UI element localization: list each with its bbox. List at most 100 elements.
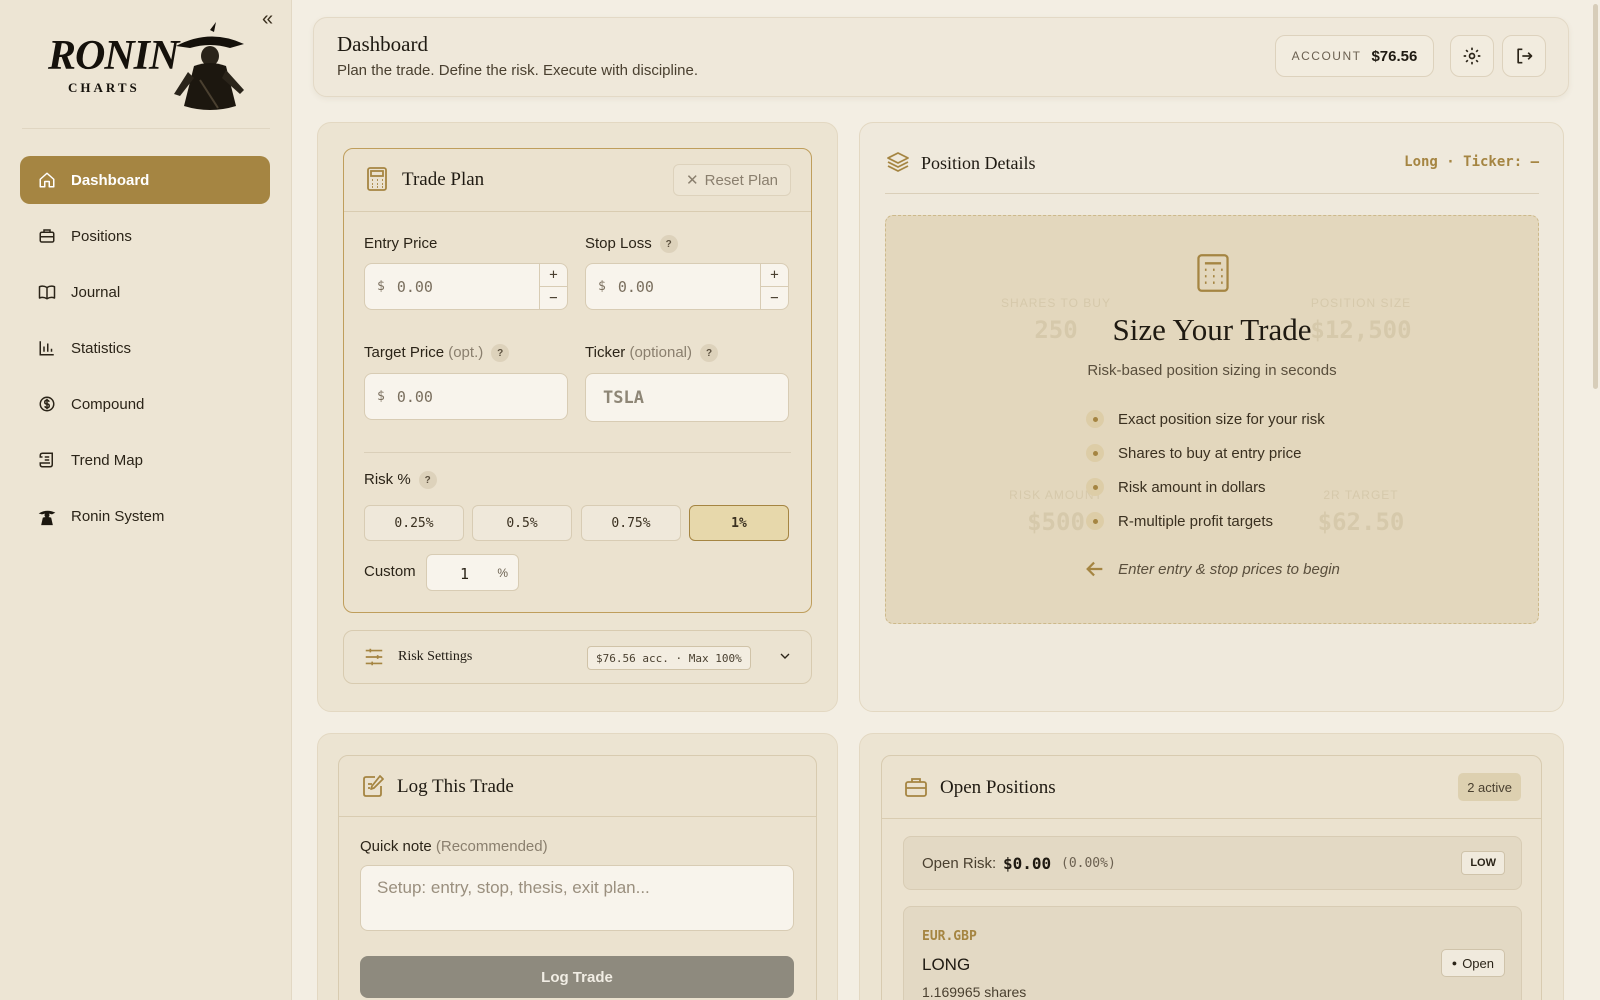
sidebar-item-label: Dashboard <box>71 171 150 189</box>
sidebar-item-positions[interactable]: Positions <box>20 212 270 260</box>
position-meta: Long · Ticker: — <box>1404 154 1539 170</box>
help-icon[interactable]: ? <box>491 344 510 363</box>
risk-option-0-75[interactable]: 0.75% <box>581 505 681 541</box>
increment-button[interactable]: + <box>540 264 567 287</box>
bullet-text: Exact position size for your risk <box>1118 410 1325 428</box>
sliders-icon <box>365 648 383 666</box>
risk-label-text: Risk % <box>364 471 411 488</box>
status-badge: Open <box>1440 949 1505 977</box>
bar-chart-icon <box>37 338 57 358</box>
sidebar-item-ronin-system[interactable]: Ronin System <box>20 492 270 540</box>
ronin-charts-logo[interactable]: RONIN CHARTS <box>40 18 250 114</box>
open-positions-title: Open Positions <box>940 777 1056 798</box>
size-your-trade-placeholder: SHARES TO BUY 250 POSITION SIZE $12,500 RI… <box>885 215 1539 624</box>
entry-price-value: 0.00 <box>396 277 433 296</box>
optional-hint: (opt.) <box>448 344 484 361</box>
dollar-circle-icon <box>37 394 57 414</box>
currency-symbol: $ <box>377 389 385 404</box>
log-trade-title: Log This Trade <box>397 776 514 797</box>
active-count-badge: 2 active <box>1458 773 1521 801</box>
ticker-label: Ticker (optional)? <box>585 344 718 363</box>
custom-risk-label: Custom <box>364 563 416 580</box>
bullet-dot-icon <box>1086 410 1104 428</box>
layers-icon <box>887 152 909 172</box>
open-risk-percent: (0.00%) <box>1061 856 1116 871</box>
currency-symbol: $ <box>377 279 385 294</box>
risk-option-1[interactable]: 1% <box>689 505 789 541</box>
sidebar-item-trend-map[interactable]: Trend Map <box>20 436 270 484</box>
sidebar-item-label: Compound <box>71 395 145 413</box>
bullet-dot-icon <box>1086 512 1104 530</box>
custom-risk-input[interactable]: 1 % <box>426 554 519 591</box>
sidebar-item-journal[interactable]: Journal <box>20 268 270 316</box>
sidebar-item-compound[interactable]: Compound <box>20 380 270 428</box>
page-header: Dashboard Plan the trade. Define the ris… <box>313 17 1569 97</box>
risk-option-0-25[interactable]: 0.25% <box>364 505 464 541</box>
logout-icon <box>1517 48 1533 64</box>
position-symbol: EUR.GBP <box>922 929 977 944</box>
trade-plan-title: Trade Plan <box>402 169 485 190</box>
ticker-input[interactable]: TSLA <box>585 373 789 422</box>
stop-label-text: Stop Loss <box>585 235 652 252</box>
arrow-left-icon <box>1086 561 1103 577</box>
sidebar-nav: Dashboard Positions Journal Statistics C… <box>20 156 270 548</box>
help-icon[interactable]: ? <box>700 344 718 363</box>
bullet-text: R-multiple profit targets <box>1118 512 1274 530</box>
bullet-dot-icon <box>1086 478 1104 496</box>
collapse-sidebar-icon[interactable]: « <box>262 8 273 31</box>
open-positions-card: Open Positions 2 active Open Risk: $0.00… <box>881 755 1542 1000</box>
target-price-value: 0.00 <box>396 387 433 406</box>
optional-hint: (optional) <box>629 344 692 361</box>
list-item: Exact position size for your risk <box>1086 402 1325 436</box>
size-your-trade-subheading: Risk-based position sizing in seconds <box>1087 362 1337 379</box>
sidebar-item-statistics[interactable]: Statistics <box>20 324 270 372</box>
sidebar-item-dashboard[interactable]: Dashboard <box>20 156 270 204</box>
home-icon <box>37 170 57 190</box>
risk-settings-card[interactable]: Risk Settings $76.56 acc. · Max 100% <box>343 630 812 684</box>
hint-text: Enter entry & stop prices to begin <box>1118 560 1340 578</box>
ronin-figure-icon <box>37 506 57 526</box>
position-row[interactable]: EUR.GBP LONG 1.169965 shares Open <box>903 906 1522 1000</box>
increment-button[interactable]: + <box>761 264 788 287</box>
page-subtitle: Plan the trade. Define the risk. Execute… <box>337 62 699 79</box>
ticker-placeholder: TSLA <box>603 387 644 408</box>
position-shares: 1.169965 shares <box>922 984 1027 1000</box>
risk-level-badge: LOW <box>1461 851 1505 875</box>
trade-plan-divider <box>364 452 791 453</box>
log-trade-button[interactable]: Log Trade <box>360 956 794 998</box>
position-details-title: Position Details <box>921 153 1036 173</box>
decrement-button[interactable]: − <box>761 287 788 309</box>
log-trade-card: Log This Trade Quick note (Recommended) … <box>338 755 817 1000</box>
quick-note-textarea[interactable]: Setup: entry, stop, thesis, exit plan... <box>360 865 794 931</box>
close-icon: ✕ <box>686 172 699 189</box>
open-risk-label: Open Risk: <box>922 855 997 872</box>
help-icon[interactable]: ? <box>659 235 678 254</box>
open-positions-header: Open Positions 2 active <box>882 756 1541 819</box>
settings-button[interactable] <box>1450 35 1494 77</box>
account-balance: ACCOUNT $76.56 <box>1275 35 1434 77</box>
chevron-down-icon[interactable] <box>777 648 793 664</box>
list-item: Shares to buy at entry price <box>1086 436 1325 470</box>
position-details-panel: Position Details Long · Ticker: — SHARES… <box>859 122 1564 712</box>
ghost-label: SHARES TO BUY <box>1001 296 1111 310</box>
sidebar-item-label: Ronin System <box>71 507 165 525</box>
account-label: ACCOUNT <box>1291 49 1362 63</box>
position-side: LONG <box>922 955 971 974</box>
entry-price-input[interactable]: $ 0.00 + − <box>364 263 568 310</box>
bullet-text: Shares to buy at entry price <box>1118 444 1302 462</box>
risk-option-0-5[interactable]: 0.5% <box>472 505 572 541</box>
page-scrollbar[interactable] <box>1593 4 1598 389</box>
stop-loss-input[interactable]: $ 0.00 + − <box>585 263 789 310</box>
trade-plan-header: Trade Plan ✕ Reset Plan <box>344 149 811 212</box>
logout-button[interactable] <box>1502 35 1546 77</box>
target-price-input[interactable]: $ 0.00 <box>364 373 568 420</box>
trade-plan-card: Trade Plan ✕ Reset Plan Entry Price $ 0.… <box>343 148 812 613</box>
decrement-button[interactable]: − <box>540 287 567 309</box>
quick-note-text: Quick note <box>360 838 432 855</box>
note-placeholder: Setup: entry, stop, thesis, exit plan... <box>377 878 650 897</box>
reset-plan-label: Reset Plan <box>704 171 778 189</box>
stop-loss-label: Stop Loss? <box>585 235 678 254</box>
reset-plan-button[interactable]: ✕ Reset Plan <box>673 164 791 196</box>
help-icon[interactable]: ? <box>418 471 437 490</box>
list-item: R-multiple profit targets <box>1086 504 1325 538</box>
